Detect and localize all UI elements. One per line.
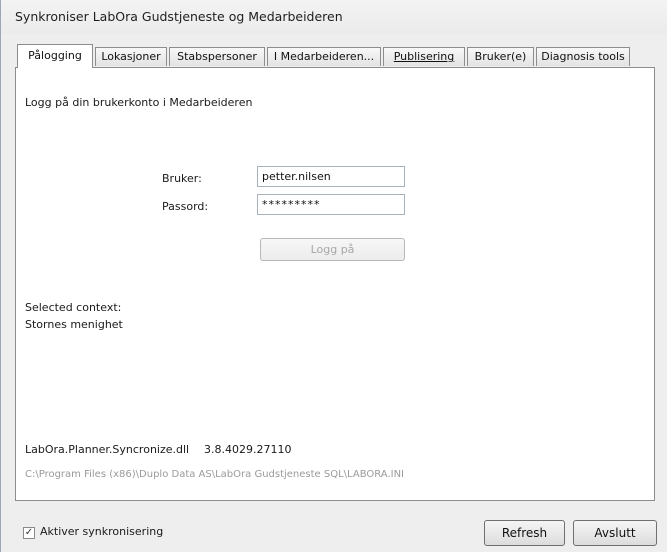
tab-palogging[interactable]: Pålogging bbox=[17, 44, 93, 68]
tab-strip: Pålogging Lokasjoner Stabspersoner I Med… bbox=[15, 44, 655, 68]
tab-lokasjoner[interactable]: Lokasjoner bbox=[95, 47, 167, 66]
tab-publisering[interactable]: Publisering bbox=[383, 47, 465, 66]
ini-path: C:\Program Files (x86)\Duplo Data AS\Lab… bbox=[25, 469, 405, 480]
user-label: Bruker: bbox=[162, 172, 202, 185]
tab-brukere[interactable]: Bruker(e) bbox=[467, 47, 534, 66]
tab-stabspersoner[interactable]: Stabspersoner bbox=[169, 47, 265, 66]
password-label: Passord: bbox=[162, 200, 209, 213]
tab-i-medarbeideren[interactable]: I Medarbeideren... bbox=[267, 47, 381, 66]
sync-window: Synkroniser LabOra Gudstjeneste og Medar… bbox=[0, 0, 667, 552]
dll-version: 3.8.4029.27110 bbox=[204, 443, 292, 456]
context-label: Selected context: bbox=[25, 301, 122, 314]
refresh-button[interactable]: Refresh bbox=[484, 520, 565, 546]
login-heading: Logg på din brukerkonto i Medarbeideren bbox=[25, 96, 253, 109]
window-title: Synkroniser LabOra Gudstjeneste og Medar… bbox=[15, 9, 343, 24]
user-input[interactable]: petter.nilsen bbox=[257, 166, 405, 187]
login-button[interactable]: Logg på bbox=[260, 238, 405, 261]
close-button[interactable]: Avslutt bbox=[573, 520, 657, 546]
tab-diagnosis-tools[interactable]: Diagnosis tools bbox=[536, 47, 630, 66]
login-panel: Logg på din brukerkonto i Medarbeideren … bbox=[15, 67, 655, 501]
sync-checkbox-label[interactable]: Aktiver synkronisering bbox=[40, 525, 163, 538]
sync-checkbox[interactable]: ✓ bbox=[23, 527, 35, 539]
context-value: Stornes menighet bbox=[25, 318, 123, 331]
password-input[interactable]: ********* bbox=[257, 194, 405, 215]
title-bar: Synkroniser LabOra Gudstjeneste og Medar… bbox=[1, 0, 667, 34]
dll-name: LabOra.Planner.Syncronize.dll bbox=[25, 443, 190, 456]
